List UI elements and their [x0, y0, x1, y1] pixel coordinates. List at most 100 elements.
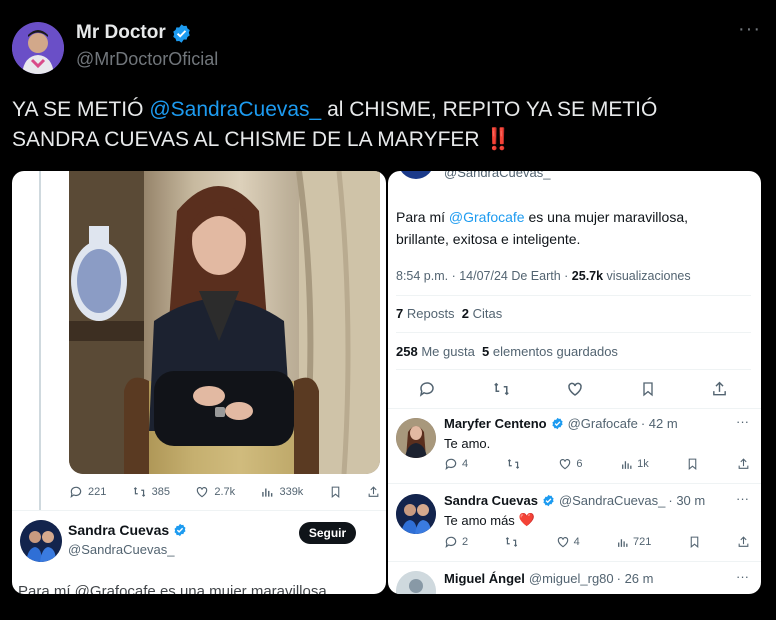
divider	[388, 561, 761, 562]
share-action[interactable]	[367, 485, 380, 499]
tweet-text-line2: SANDRA CUEVAS AL CHISME DE LA MARYFER ‼️	[12, 126, 512, 154]
tweet-text-part: al CHISME, REPITO YA SE METIÓ	[321, 98, 658, 121]
likes-link[interactable]: 258 Me gusta	[396, 344, 475, 359]
heart-icon	[197, 487, 208, 498]
quotes-link[interactable]: 2 Citas	[462, 306, 502, 321]
sandra-name-row: Sandra Cuevas	[68, 522, 187, 538]
retweet-action[interactable]	[506, 457, 521, 471]
reply-author-handle[interactable]: @miguel_rg80	[529, 571, 614, 586]
tweet-timestamp[interactable]: 8:54 p.m. · 14/07/24 De Earth ·	[396, 269, 572, 283]
likes-saves-row: 258 Me gusta 5 elementos guardados	[396, 344, 618, 359]
more-options-button[interactable]: ···	[738, 18, 761, 41]
reply-more-button[interactable]: ···	[736, 414, 749, 429]
avatar-image	[396, 418, 436, 458]
reply-author-name[interactable]: Miguel Ángel	[444, 571, 525, 586]
reply-count: 2	[462, 536, 469, 548]
views-action[interactable]: 721	[616, 536, 651, 549]
retweet-action[interactable]	[504, 535, 519, 549]
main-tweet-text: Para mí @Grafocafe es una mujer maravill…	[396, 206, 756, 250]
like-action[interactable]: 2.7k	[195, 485, 235, 499]
views-action[interactable]: 1k	[620, 458, 649, 471]
views-icon	[262, 488, 273, 497]
mention-link[interactable]: @Grafocafe	[449, 209, 525, 225]
reply-author-name[interactable]: Maryfer Centeno	[444, 416, 547, 431]
bookmark-action[interactable]	[329, 485, 342, 499]
views-action[interactable]: 339k	[260, 485, 303, 499]
left-stats-row: 221 385 2.7k 339k	[69, 482, 380, 502]
views-count: 339k	[279, 486, 304, 498]
reply-action[interactable]: 2	[444, 535, 468, 549]
main-action-bar	[418, 378, 728, 400]
author-avatar[interactable]	[12, 22, 64, 74]
reply-author-handle[interactable]: @Grafocafe	[568, 416, 638, 431]
reply-action-bar: 4 6 1k	[444, 457, 750, 471]
mention-link[interactable]: @SandraCuevas_	[149, 98, 321, 121]
sandra-avatar[interactable]	[20, 520, 62, 562]
bookmark-icon[interactable]	[640, 380, 656, 398]
share-icon	[738, 458, 749, 469]
cut-tweet-text: Para mí @Grafocafe es una mujer maravill…	[18, 583, 327, 594]
share-icon[interactable]	[711, 380, 728, 398]
heart-icon[interactable]	[566, 380, 584, 398]
tweet-text-part: Para mí	[396, 209, 449, 225]
bookmark-icon	[331, 486, 339, 499]
double-exclamation-emoji: ‼️	[485, 128, 512, 151]
heart-icon	[557, 537, 568, 548]
right-screenshot-card: @SandraCuevas_ Para mí @Grafocafe es una…	[388, 171, 761, 594]
share-action[interactable]	[737, 457, 750, 471]
views-number: 25.7k	[571, 269, 604, 283]
reply-count: 4	[462, 458, 469, 470]
reply-more-button[interactable]: ···	[736, 491, 749, 506]
views-label: visualizaciones	[603, 269, 691, 283]
retweet-icon[interactable]	[492, 380, 511, 398]
maryfer-avatar[interactable]	[396, 418, 436, 458]
divider	[388, 483, 761, 484]
reply-icon[interactable]	[418, 380, 436, 398]
reply-author-name[interactable]: Sandra Cuevas	[444, 493, 538, 508]
sandra-handle[interactable]: @SandraCuevas_	[68, 542, 174, 557]
divider	[396, 332, 751, 333]
reply-count: 221	[88, 486, 107, 498]
sandra-name[interactable]: Sandra Cuevas	[68, 522, 169, 538]
quotes-count: 2	[461, 306, 470, 321]
share-icon	[738, 536, 749, 547]
quotes-label: Citas	[472, 306, 503, 321]
share-action[interactable]	[737, 535, 750, 549]
photo-illustration	[69, 171, 380, 474]
reposts-label: Reposts	[406, 306, 455, 321]
divider	[396, 369, 751, 370]
retweet-action[interactable]: 385	[132, 485, 170, 499]
reply-header: Miguel Ángel @miguel_rg80 · 26 m	[444, 571, 653, 586]
reply-icon	[445, 458, 457, 471]
reply-action[interactable]: 221	[69, 485, 106, 499]
like-action[interactable]: 6	[558, 457, 583, 471]
likes-count: 258	[396, 344, 418, 359]
bookmark-action[interactable]	[686, 457, 699, 471]
verified-badge-icon	[174, 523, 186, 537]
saves-link[interactable]: 5 elementos guardados	[482, 344, 618, 359]
miguel-avatar[interactable]	[396, 571, 436, 594]
retweet-icon	[506, 537, 518, 547]
reposts-link[interactable]: 7 Reposts	[396, 306, 455, 321]
reply-icon	[70, 486, 82, 499]
tweet-text-part: YA SE METIÓ	[12, 98, 150, 121]
reply-icon	[445, 536, 457, 549]
reply-more-button[interactable]: ···	[736, 569, 749, 584]
views-icon	[622, 460, 632, 469]
avatar-image	[396, 494, 436, 534]
reply-author-handle[interactable]: @SandraCuevas_	[559, 493, 665, 508]
default-avatar-icon	[396, 571, 436, 594]
author-name[interactable]: Mr Doctor	[76, 22, 166, 44]
reply-action[interactable]: 4	[444, 457, 468, 471]
author-handle[interactable]: @MrDoctorOficial	[76, 49, 218, 70]
sandra-reply-avatar[interactable]	[396, 494, 436, 534]
tweet-photo[interactable]	[69, 171, 380, 474]
views-count: 721	[633, 536, 652, 548]
bookmark-action[interactable]	[688, 535, 701, 549]
like-count: 2.7k	[214, 486, 236, 498]
avatar-image	[20, 520, 62, 562]
reply-action-bar: 2 4 721	[444, 535, 750, 549]
divider	[388, 408, 761, 409]
like-action[interactable]: 4	[556, 535, 580, 549]
follow-button[interactable]: Seguir	[299, 522, 356, 544]
